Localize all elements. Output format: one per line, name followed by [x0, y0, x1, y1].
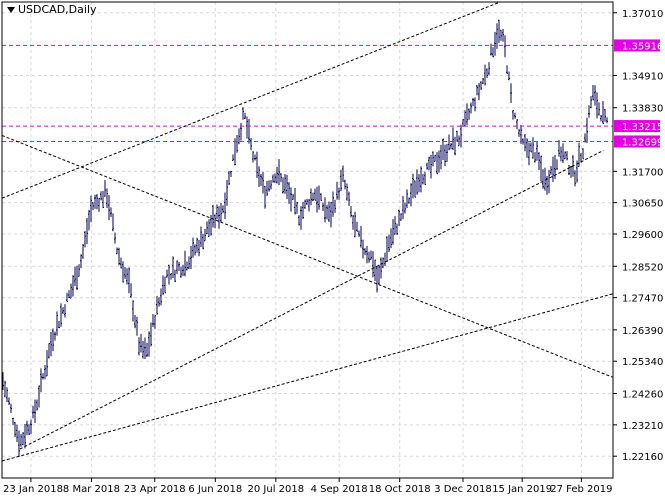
level-price-label: 1.35916	[622, 41, 663, 52]
y-tick-label: 1.22160	[622, 452, 663, 463]
y-tick-label: 1.37010	[622, 9, 663, 20]
x-tick-label: 27 Feb 2019	[550, 484, 612, 495]
y-tick-label: 1.27470	[622, 294, 663, 305]
x-tick-label: 23 Apr 2018	[124, 484, 186, 495]
y-tick-label: 1.28520	[622, 262, 663, 273]
symbol-title[interactable]: USDCAD,Daily	[7, 3, 97, 16]
y-tick-label: 1.23210	[622, 421, 663, 432]
level-price-label: 1.32699	[622, 137, 663, 148]
y-tick-label: 1.29600	[622, 230, 663, 241]
level-price-label: 1.33215	[622, 122, 663, 133]
symbol-title-text: USDCAD,Daily	[18, 3, 97, 16]
y-tick-label: 1.34910	[622, 71, 663, 82]
chart-area[interactable]: 1.37010 1.34910 1.33830 1.31700 1.30650 1.296…	[0, 0, 665, 500]
x-tick-label: 23 Jan 2018	[3, 484, 63, 495]
x-tick-label: 4 Sep 2018	[311, 484, 368, 495]
y-tick-label: 1.26390	[622, 326, 663, 337]
y-tick-label: 1.24260	[622, 389, 663, 400]
y-tick-label: 1.25340	[622, 357, 663, 368]
y-tick-label: 1.33830	[622, 104, 663, 115]
x-tick-label: 18 Oct 2018	[369, 484, 431, 495]
x-tick-label: 8 Mar 2018	[63, 484, 120, 495]
y-tick-label: 1.31700	[622, 167, 663, 178]
y-tick-label: 1.30650	[622, 199, 663, 210]
collapse-triangle-icon[interactable]	[7, 6, 15, 13]
x-tick-label: 3 Dec 2018	[434, 484, 492, 495]
x-tick-label: 6 Jun 2018	[188, 484, 242, 495]
x-tick-label: 15 Jan 2019	[492, 484, 552, 495]
x-tick-label: 20 Jul 2018	[248, 484, 305, 495]
